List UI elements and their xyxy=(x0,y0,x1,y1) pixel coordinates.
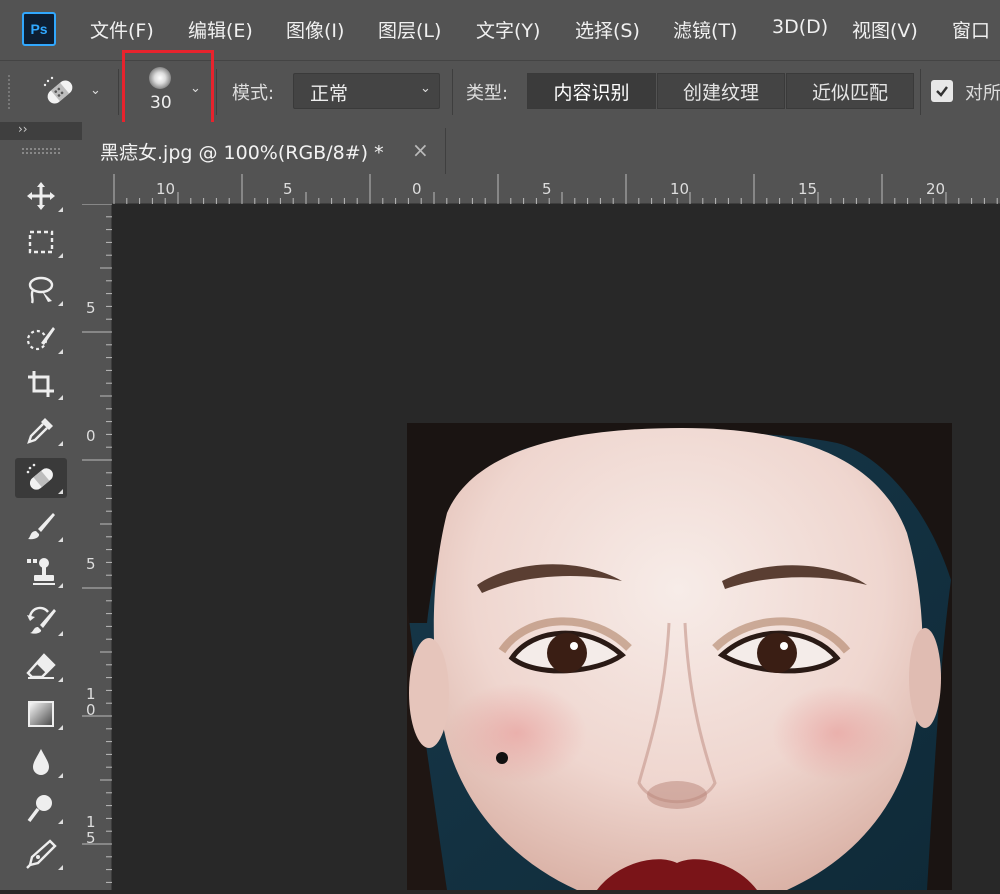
ruler-h-label: 15 xyxy=(798,180,817,198)
blur-tool[interactable] xyxy=(15,742,67,782)
eyedropper-icon xyxy=(24,413,58,447)
document-image[interactable] xyxy=(407,423,952,890)
lasso-icon xyxy=(24,273,58,307)
ruler-v-label: 0 xyxy=(86,428,96,444)
separator xyxy=(452,69,453,115)
separator xyxy=(118,69,119,115)
mode-label: 模式: xyxy=(232,79,274,105)
dodge-icon xyxy=(24,791,58,825)
ruler-h-label: 0 xyxy=(412,180,422,198)
menu-window[interactable]: 窗口 xyxy=(952,16,990,43)
eyedropper-tool[interactable] xyxy=(15,410,67,450)
move-tool[interactable] xyxy=(15,176,67,216)
clone-stamp-tool[interactable] xyxy=(15,552,67,592)
checkmark-icon xyxy=(934,83,950,99)
spot-healing-brush-icon xyxy=(40,75,80,109)
sample-all-label: 对所 xyxy=(965,79,1000,105)
photoshop-logo: Ps xyxy=(22,12,56,46)
ruler-h-label: 10 xyxy=(156,180,175,198)
menu-filter[interactable]: 滤镜(T) xyxy=(673,16,737,43)
eraser-icon xyxy=(24,649,58,683)
brush-tool[interactable] xyxy=(15,506,67,546)
ruler-h-label: 20 xyxy=(926,180,945,198)
vertical-ruler[interactable]: 5 0 5 1 0 1 5 xyxy=(82,204,112,890)
mode-dropdown[interactable]: 正常 ⌄ xyxy=(293,73,440,109)
type-create-texture-button[interactable]: 创建纹理 xyxy=(657,73,785,109)
menu-3d[interactable]: 3D(D) xyxy=(772,16,828,38)
toolbar-grip xyxy=(22,148,60,154)
face-photo xyxy=(407,423,952,890)
gradient-icon xyxy=(24,697,58,731)
ruler-v-label: 5 xyxy=(86,556,96,572)
separator xyxy=(216,69,217,115)
tool-preset-picker[interactable] xyxy=(40,75,84,109)
pen-tool[interactable] xyxy=(15,834,67,874)
menu-image[interactable]: 图像(I) xyxy=(286,16,344,43)
tools-panel-header: ›› xyxy=(0,122,82,140)
mole xyxy=(496,752,508,764)
collapse-icon[interactable]: ›› xyxy=(18,122,28,136)
quick-select-icon xyxy=(24,321,58,355)
horizontal-ruler-ticks xyxy=(112,174,1000,204)
menu-view[interactable]: 视图(V) xyxy=(852,16,918,43)
history-brush-tool[interactable] xyxy=(15,600,67,640)
move-icon xyxy=(24,179,58,213)
quick-selection-tool[interactable] xyxy=(15,318,67,358)
menu-file[interactable]: 文件(F) xyxy=(90,16,154,43)
lasso-tool[interactable] xyxy=(15,270,67,310)
mode-value: 正常 xyxy=(310,79,348,106)
document-tab-bar: 黑痣女.jpg @ 100%(RGB/8#) * × xyxy=(82,122,1000,174)
pen-icon xyxy=(24,837,58,871)
chevron-down-icon: ⌄ xyxy=(420,81,431,96)
close-icon[interactable]: × xyxy=(412,138,429,162)
chevron-down-icon[interactable]: ⌄ xyxy=(90,83,101,98)
document-tab-title: 黑痣女.jpg @ 100%(RGB/8#) * xyxy=(100,138,384,165)
crop-tool[interactable] xyxy=(15,364,67,404)
gradient-tool[interactable] xyxy=(15,694,67,734)
spot-healing-brush-icon xyxy=(24,461,58,495)
separator xyxy=(920,69,921,115)
ruler-v-label: 1 0 xyxy=(86,686,96,718)
spot-healing-tool[interactable] xyxy=(15,458,67,498)
stamp-icon xyxy=(24,555,58,589)
ruler-h-label: 5 xyxy=(283,180,293,198)
document-tab[interactable]: 黑痣女.jpg @ 100%(RGB/8#) * × xyxy=(82,128,446,174)
ruler-h-label: 5 xyxy=(542,180,552,198)
menu-select[interactable]: 选择(S) xyxy=(575,16,640,43)
menu-layer[interactable]: 图层(L) xyxy=(378,16,441,43)
ruler-v-label: 5 xyxy=(86,300,96,316)
marquee-tool[interactable] xyxy=(15,222,67,262)
ruler-h-label: 10 xyxy=(670,180,689,198)
ruler-v-label: 1 5 xyxy=(86,814,96,846)
ruler-origin[interactable] xyxy=(82,174,112,204)
horizontal-ruler[interactable]: 10 5 0 5 10 15 20 xyxy=(112,174,1000,204)
type-content-aware-button[interactable]: 内容识别 xyxy=(527,73,656,109)
blur-drop-icon xyxy=(24,745,58,779)
highlight-box xyxy=(122,50,214,132)
sample-all-checkbox[interactable] xyxy=(931,80,953,102)
brush-icon xyxy=(24,509,58,543)
crop-icon xyxy=(24,367,58,401)
options-grip xyxy=(8,75,11,109)
type-label: 类型: xyxy=(466,79,508,105)
menu-type[interactable]: 文字(Y) xyxy=(476,16,540,43)
history-brush-icon xyxy=(24,603,58,637)
menu-edit[interactable]: 编辑(E) xyxy=(188,16,253,43)
type-proximity-match-button[interactable]: 近似匹配 xyxy=(786,73,914,109)
rect-marquee-icon xyxy=(24,225,58,259)
eraser-tool[interactable] xyxy=(15,646,67,686)
dodge-tool[interactable] xyxy=(15,788,67,828)
